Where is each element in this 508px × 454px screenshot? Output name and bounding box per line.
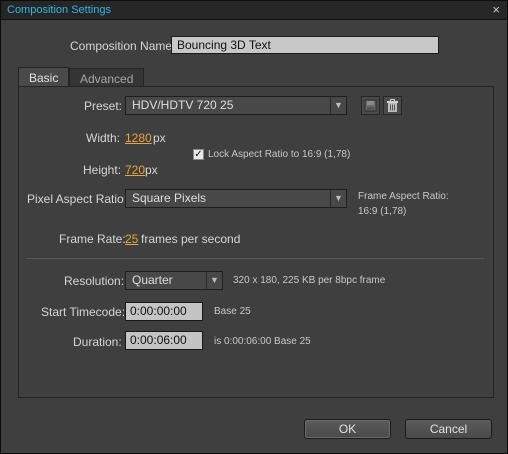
save-preset-button[interactable]	[361, 96, 380, 115]
duration-field[interactable]: 0:00:06:00	[125, 331, 203, 350]
width-value[interactable]: 1280	[125, 131, 152, 145]
duration-label: Duration:	[73, 335, 122, 349]
duration-info: is 0:00:06:00 Base 25	[214, 336, 311, 347]
resolution-dropdown[interactable]: Quarter ▼	[125, 271, 223, 290]
start-timecode-base: Base 25	[214, 306, 251, 317]
resolution-value: Quarter	[132, 273, 173, 287]
resolution-label: Resolution:	[64, 274, 125, 288]
start-timecode-field[interactable]: 0:00:00:00	[125, 302, 203, 321]
cancel-button[interactable]: Cancel	[405, 419, 492, 439]
pixel-aspect-label: Pixel Aspect Ratio:	[27, 192, 128, 206]
frame-rate-value[interactable]: 25	[125, 232, 138, 246]
width-label: Width:	[86, 131, 121, 145]
preset-dropdown[interactable]: HDV/HDTV 720 25 ▼	[125, 96, 347, 115]
preset-value: HDV/HDTV 720 25	[132, 98, 234, 112]
composition-name-field[interactable]: Bouncing 3D Text	[171, 36, 439, 54]
chevron-down-icon: ▼	[330, 97, 346, 114]
divider	[27, 258, 484, 259]
start-timecode-label: Start Timecode:	[41, 305, 126, 319]
pixel-aspect-dropdown[interactable]: Square Pixels ▼	[125, 189, 347, 208]
frame-aspect-label: Frame Aspect Ratio:	[358, 191, 449, 202]
composition-name-label: Composition Name:	[70, 39, 176, 53]
width-unit: px	[153, 131, 166, 145]
height-unit: px	[145, 163, 158, 177]
resolution-info: 320 x 180, 225 KB per 8bpc frame	[233, 275, 386, 286]
window-title: Composition Settings	[7, 4, 111, 16]
height-value[interactable]: 720	[125, 163, 145, 177]
height-label: Height:	[83, 163, 122, 177]
ok-button[interactable]: OK	[304, 419, 391, 439]
frame-aspect-value: 16:9 (1,78)	[358, 206, 407, 217]
composition-settings-dialog: Composition Settings × Composition Name:…	[0, 0, 508, 454]
lock-aspect-checkbox[interactable]: ✓	[193, 149, 204, 160]
save-icon	[364, 99, 377, 112]
title-bar: Composition Settings ×	[1, 1, 507, 20]
chevron-down-icon: ▼	[206, 272, 222, 289]
lock-aspect-label: Lock Aspect Ratio to 16:9 (1,78)	[208, 149, 351, 160]
close-icon[interactable]: ×	[492, 2, 500, 17]
frame-rate-unit: frames per second	[141, 232, 241, 246]
tab-advanced[interactable]: Advanced	[69, 68, 144, 87]
tab-basic[interactable]: Basic	[18, 67, 69, 88]
frame-rate-label: Frame Rate:	[59, 232, 126, 246]
pixel-aspect-value: Square Pixels	[132, 191, 207, 205]
chevron-down-icon: ▼	[330, 190, 346, 207]
trash-icon	[387, 99, 398, 112]
preset-label: Preset:	[84, 99, 123, 113]
delete-preset-button[interactable]	[383, 96, 402, 115]
basic-tab-panel: Preset: HDV/HDTV 720 25 ▼ Width: 1280 px…	[18, 86, 494, 398]
